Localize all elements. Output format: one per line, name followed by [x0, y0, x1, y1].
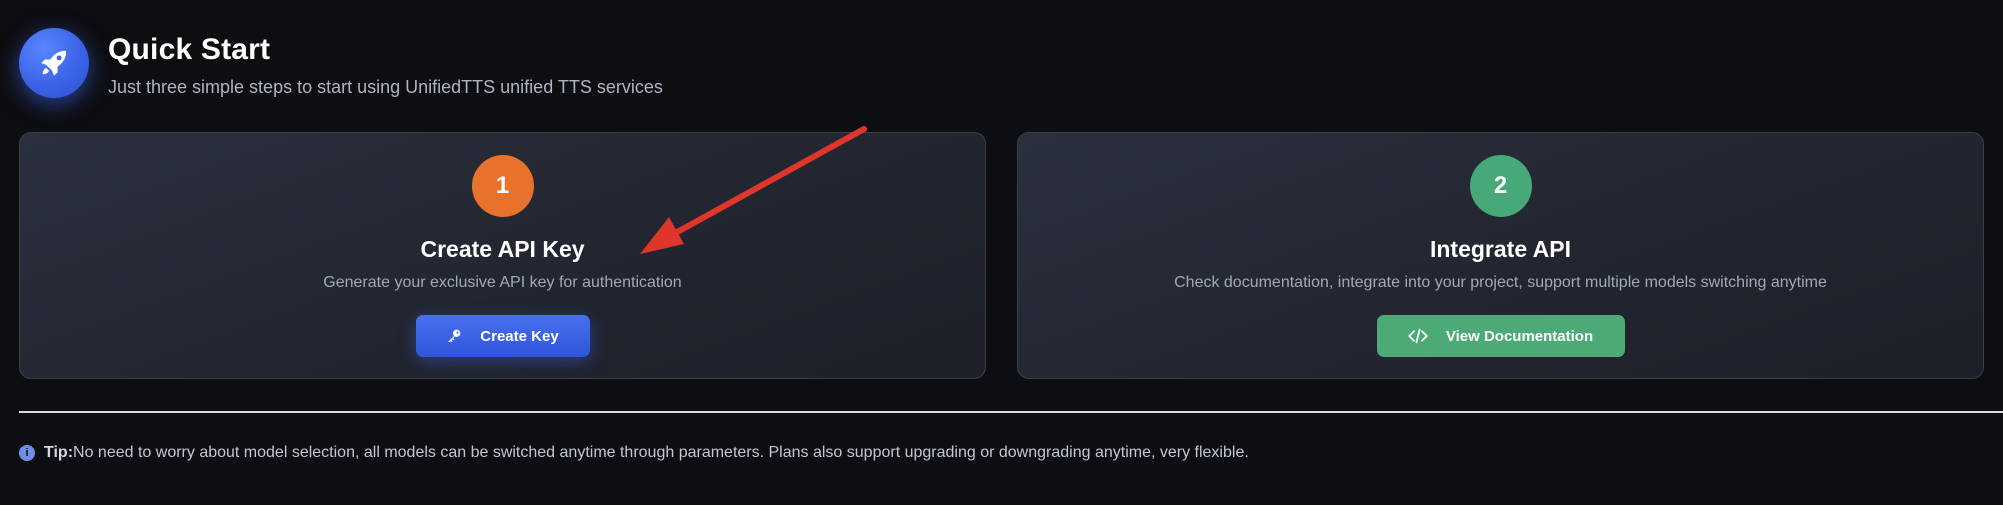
- step-title: Integrate API: [1429, 236, 1571, 262]
- view-documentation-button-label: View Documentation: [1445, 327, 1594, 345]
- step-card-integrate-api: 2 Integrate API Check documentation, int…: [1017, 132, 1984, 379]
- view-documentation-button[interactable]: View Documentation: [1376, 315, 1625, 357]
- page-subtitle: Just three simple steps to start using U…: [108, 77, 663, 97]
- quick-start-page: Quick Start Just three simple steps to s…: [0, 0, 2003, 505]
- step-card-create-api-key: 1 Create API Key Generate your exclusive…: [19, 132, 986, 379]
- page-title: Quick Start: [108, 33, 271, 66]
- info-icon: i: [19, 445, 35, 461]
- step-title: Create API Key: [420, 236, 585, 262]
- step-number-badge: 2: [1469, 155, 1532, 217]
- create-key-button[interactable]: Create Key: [415, 315, 590, 357]
- key-icon: [446, 328, 462, 344]
- tip-label: Tip:: [44, 444, 74, 461]
- step-number-badge: 1: [471, 155, 534, 217]
- section-divider: [19, 411, 2003, 413]
- rocket-icon: [19, 28, 89, 98]
- quick-start-header: Quick Start Just three simple steps to s…: [19, 28, 663, 98]
- tip-text: No need to worry about model selection, …: [73, 444, 1249, 461]
- create-key-button-label: Create Key: [480, 327, 559, 345]
- header-text-group: Quick Start Just three simple steps to s…: [108, 32, 663, 98]
- step-description: Generate your exclusive API key for auth…: [323, 274, 682, 291]
- tip-row: i Tip: No need to worry about model sele…: [19, 444, 1249, 462]
- code-icon: [1408, 328, 1428, 344]
- step-description: Check documentation, integrate into your…: [1174, 274, 1827, 291]
